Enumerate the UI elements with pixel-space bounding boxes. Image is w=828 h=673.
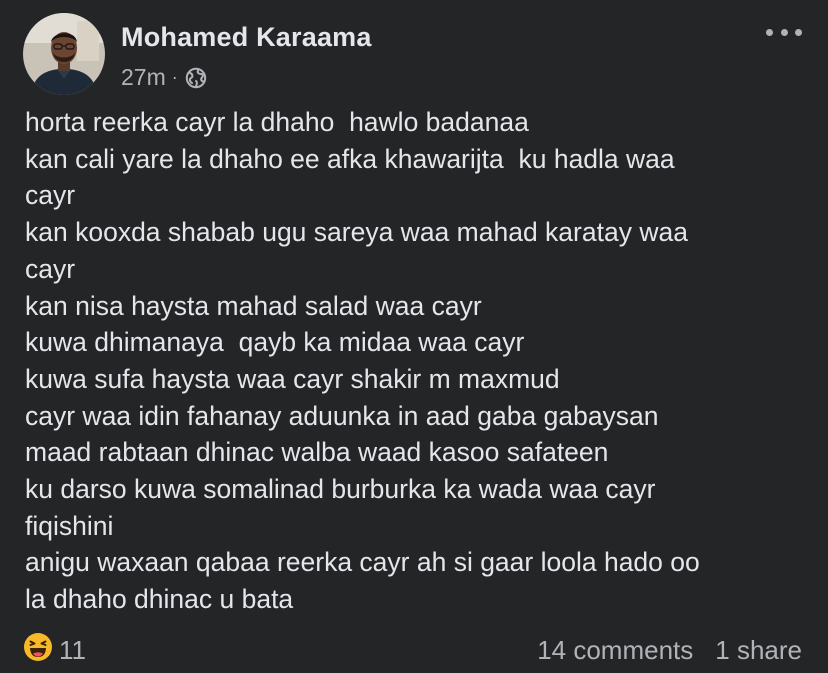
- post-meta: 27m ·: [121, 64, 207, 91]
- post-body-line: la dhaho dhinac u bata: [25, 584, 294, 615]
- reactions-summary[interactable]: 11: [23, 632, 86, 669]
- globe-icon[interactable]: [185, 67, 207, 89]
- post-footer: 11 14 comments 1 share: [23, 630, 802, 670]
- avatar-image: [23, 13, 105, 95]
- engagement-stats: 14 comments 1 share: [537, 635, 802, 666]
- post-body-line: kuwa dhimanaya qayb ka midaa waa cayr: [25, 327, 525, 358]
- post-body-line: fiqishini: [25, 510, 114, 541]
- post-card: Mohamed Karaama 27m · horta reerka cayr …: [0, 0, 828, 673]
- comments-link[interactable]: 14 comments: [537, 635, 693, 666]
- post-body-line: maad rabtaan dhinac walba waad kasoo saf…: [25, 437, 609, 468]
- post-body-line: horta reerka cayr la dhaho hawlo badanaa: [25, 107, 529, 137]
- more-options-icon[interactable]: [766, 18, 802, 46]
- reaction-count: 11: [59, 634, 86, 665]
- more-dot: [780, 28, 788, 36]
- author-name[interactable]: Mohamed Karaama: [121, 22, 372, 53]
- shares-link[interactable]: 1 share: [715, 635, 802, 666]
- post-body-line: kan kooxda shabab ugu sareya waa mahad k…: [25, 217, 688, 248]
- meta-separator: ·: [171, 67, 178, 87]
- post-body-line: kan nisa haysta mahad salad waa cayr: [25, 290, 482, 321]
- post-body-line: kan cali yare la dhaho ee afka khawarijt…: [25, 143, 675, 174]
- post-body-line: cayr: [25, 253, 76, 284]
- post-body-line: ku darso kuwa somalinad burburka ka wada…: [25, 474, 656, 505]
- post-body-line: cayr: [25, 180, 76, 211]
- author-avatar[interactable]: [23, 13, 105, 95]
- post-timestamp[interactable]: 27m: [121, 64, 166, 91]
- more-dot: [795, 28, 802, 36]
- post-body-line: cayr waa idin fahanay aduunka in aad gab…: [25, 400, 659, 431]
- more-dot: [766, 28, 773, 36]
- haha-emoji-icon: [23, 632, 53, 669]
- post-body: horta reerka cayr la dhaho hawlo badanaa…: [25, 104, 815, 618]
- post-body-line: anigu waxaan qabaa reerka cayr ah si gaa…: [25, 547, 700, 578]
- post-body-line: kuwa sufa haysta waa cayr shakir m maxmu…: [25, 363, 560, 394]
